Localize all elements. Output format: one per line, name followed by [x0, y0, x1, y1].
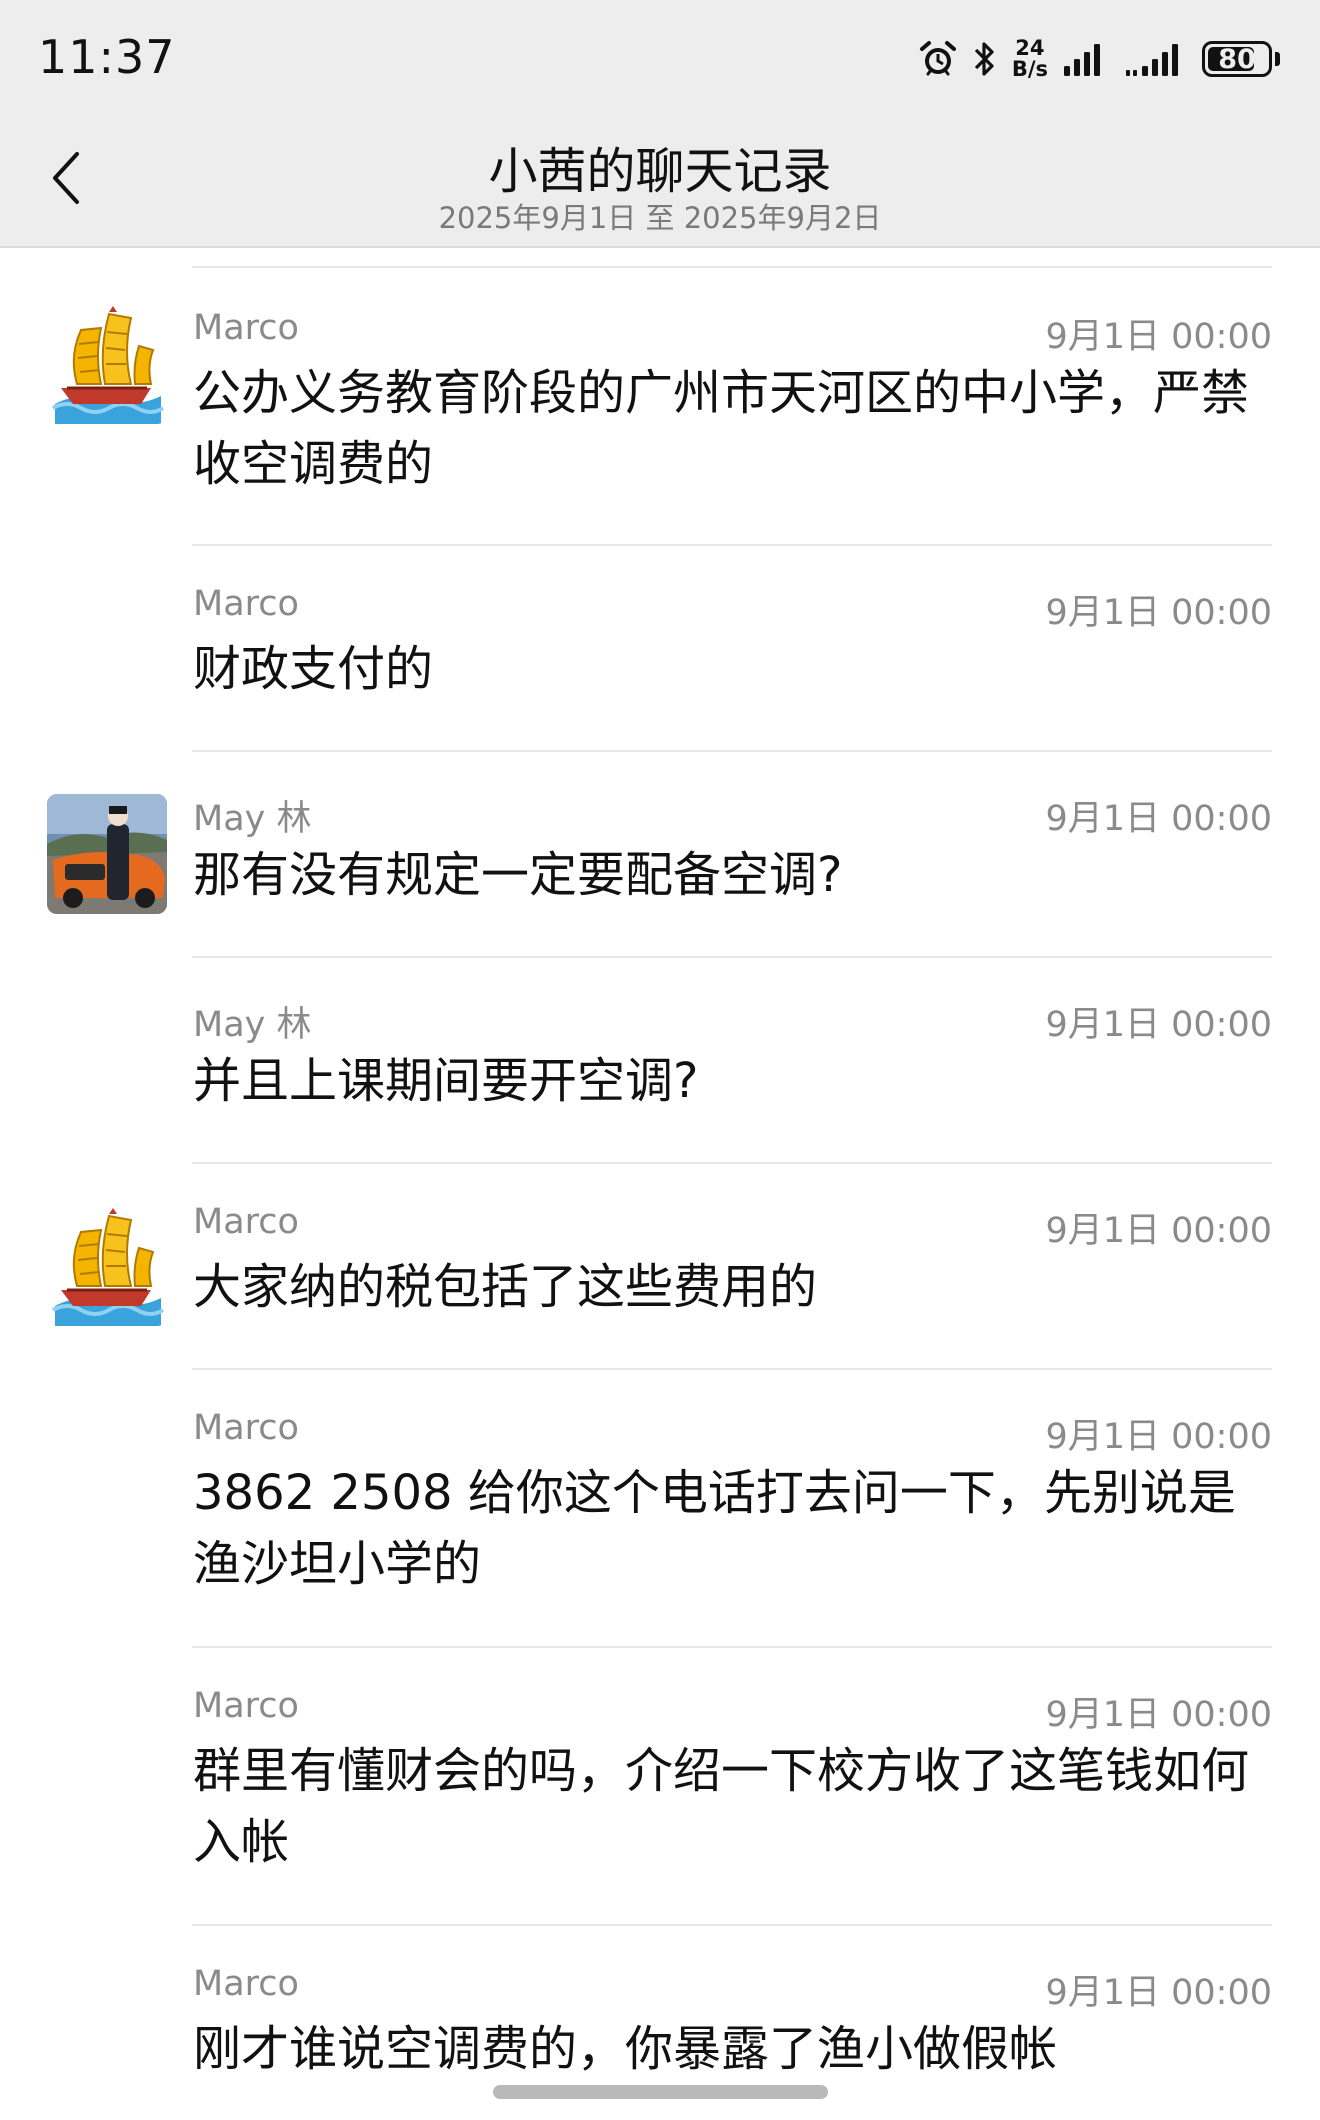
- avatar[interactable]: [47, 304, 167, 424]
- message-text: 公办义务教育阶段的广州市天河区的中小学，严禁收空调费的: [193, 365, 1250, 492]
- junk-ship-avatar: [47, 304, 167, 424]
- message-time: 9月1日 00:00: [1045, 1973, 1272, 2013]
- alarm-icon: [918, 39, 958, 79]
- message-text: 大家纳的税包括了这些费用的: [193, 1259, 818, 1315]
- avatar[interactable]: [47, 794, 167, 914]
- sender-name: Marco: [193, 1408, 299, 1448]
- avatar[interactable]: [47, 1206, 167, 1326]
- junk-ship-avatar: [47, 1206, 167, 1326]
- message-time: 9月1日 00:00: [1045, 1417, 1272, 1457]
- divider: [192, 1368, 1272, 1370]
- signal-icon: [1124, 40, 1188, 78]
- status-bar: 11:37 24 B/s 80: [0, 0, 1320, 115]
- page-title: 小茜的聊天记录: [488, 143, 832, 200]
- message-time: 9月1日 00:00: [1045, 1695, 1272, 1735]
- network-speed-value: 24: [1015, 36, 1045, 60]
- sender-name: Marco: [193, 1686, 299, 1726]
- sender-name: Marco: [193, 308, 299, 348]
- divider: [192, 750, 1272, 752]
- divider: [192, 1162, 1272, 1164]
- home-indicator[interactable]: [493, 2085, 828, 2099]
- message-time: 9月1日 00:00: [1045, 1211, 1272, 1251]
- message-text: 3862 2508 给你这个电话打去问一下，先别说是渔沙坦小学的: [193, 1465, 1236, 1592]
- message-text: 那有没有规定一定要配备空调?: [193, 847, 843, 903]
- message-time: 9月1日 00:00: [1045, 799, 1272, 839]
- photo-avatar: [47, 794, 167, 914]
- sender-name: May 林: [193, 799, 312, 839]
- divider: [192, 956, 1272, 958]
- status-time: 11:37: [38, 30, 176, 84]
- sender-name: Marco: [193, 1202, 299, 1242]
- divider: [192, 266, 1272, 268]
- battery-indicator: 80: [1202, 41, 1272, 77]
- sender-name: May 林: [193, 1005, 312, 1045]
- signal-icon: [1062, 40, 1110, 78]
- message-text: 财政支付的: [193, 641, 434, 697]
- sender-name: Marco: [193, 584, 299, 624]
- battery-nub: [1275, 52, 1280, 66]
- chat-history-header: 小茜的聊天记录 2025年9月1日 至 2025年9月2日: [0, 115, 1320, 248]
- message-text: 群里有懂财会的吗，介绍一下校方收了这笔钱如何入帐: [193, 1743, 1250, 1870]
- divider: [192, 544, 1272, 546]
- message-time: 9月1日 00:00: [1045, 593, 1272, 633]
- status-icons: 24 B/s 80: [918, 34, 1280, 84]
- divider: [192, 1924, 1272, 1926]
- date-range: 2025年9月1日 至 2025年9月2日: [438, 201, 882, 235]
- sender-name: Marco: [193, 1964, 299, 2004]
- message-time: 9月1日 00:00: [1045, 317, 1272, 357]
- network-speed: 24 B/s: [1012, 38, 1048, 80]
- message-list[interactable]: Marco 9月1日 00:00 公办义务教育阶段的广州市天河区的中小学，严禁收…: [0, 248, 1320, 2120]
- message-text: 并且上课期间要开空调?: [193, 1053, 699, 1109]
- bluetooth-icon: [972, 39, 998, 79]
- divider: [192, 1646, 1272, 1648]
- network-speed-unit: B/s: [1011, 57, 1048, 81]
- battery-percent: 80: [1218, 43, 1256, 75]
- message-text: 刚才谁说空调费的，你暴露了渔小做假帐: [193, 2021, 1058, 2077]
- message-time: 9月1日 00:00: [1045, 1005, 1272, 1045]
